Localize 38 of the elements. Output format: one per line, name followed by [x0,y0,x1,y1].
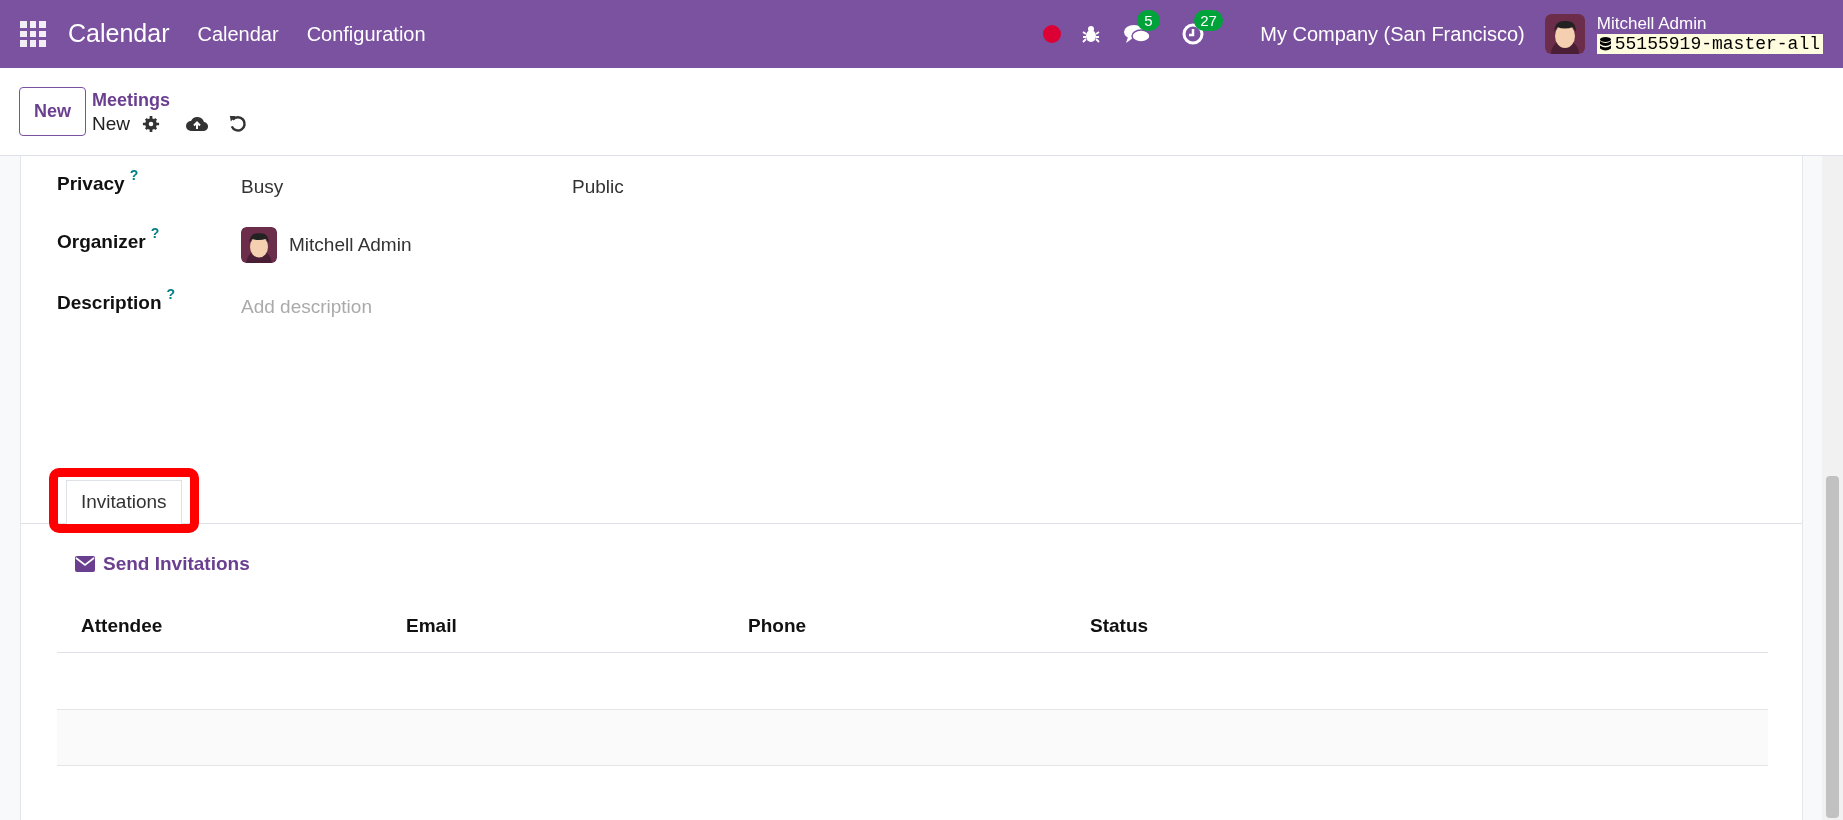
field-label: Organizer [57,230,146,254]
bug-icon[interactable] [1081,24,1102,44]
user-avatar[interactable] [1544,14,1585,54]
user-avatar [241,227,277,263]
scrollbar-thumb[interactable] [1826,476,1839,818]
new-button[interactable]: New [19,87,86,136]
column-header[interactable]: Attendee [81,611,406,641]
field-label: Privacy [57,172,125,196]
menu-item[interactable]: Configuration [306,19,426,49]
record-title: New [92,111,131,136]
help-tooltip[interactable]: ? [166,287,176,301]
apps-menu-icon[interactable] [20,21,46,47]
field-value[interactable]: Public [572,170,624,202]
settings-icon[interactable] [142,114,161,133]
column-header[interactable]: Status [1090,611,1390,641]
description-field[interactable]: Add description [241,289,841,322]
menu-item[interactable]: Calendar [197,19,279,49]
column-header[interactable]: Email [406,611,748,641]
database-label: 55155919-master-all [1596,34,1823,54]
message-count-badge: 5 [1137,10,1160,31]
undo-icon[interactable] [228,114,248,133]
database-icon [1599,37,1611,51]
user-name[interactable]: Mitchell Admin [1596,14,1823,34]
cloud-upload-icon[interactable] [186,115,209,132]
activity-count-badge: 27 [1194,10,1223,31]
scrollbar[interactable] [1822,156,1843,820]
send-invitations-button[interactable]: Send Invitations [75,550,250,579]
tab[interactable]: Invitations [66,480,182,524]
help-tooltip[interactable]: ? [129,168,139,182]
field-value[interactable]: Busy [241,170,572,202]
help-tooltip[interactable]: ? [150,226,160,240]
app-title[interactable]: Calendar [68,15,170,53]
envelope-icon [75,556,95,573]
breadcrumb-link[interactable]: Meetings [92,87,248,112]
organizer-field[interactable]: Mitchell Admin [289,230,412,260]
company-switcher[interactable]: My Company (San Francisco) [1260,19,1525,49]
field-label: Description [57,291,162,315]
column-header[interactable]: Phone [748,611,1090,641]
